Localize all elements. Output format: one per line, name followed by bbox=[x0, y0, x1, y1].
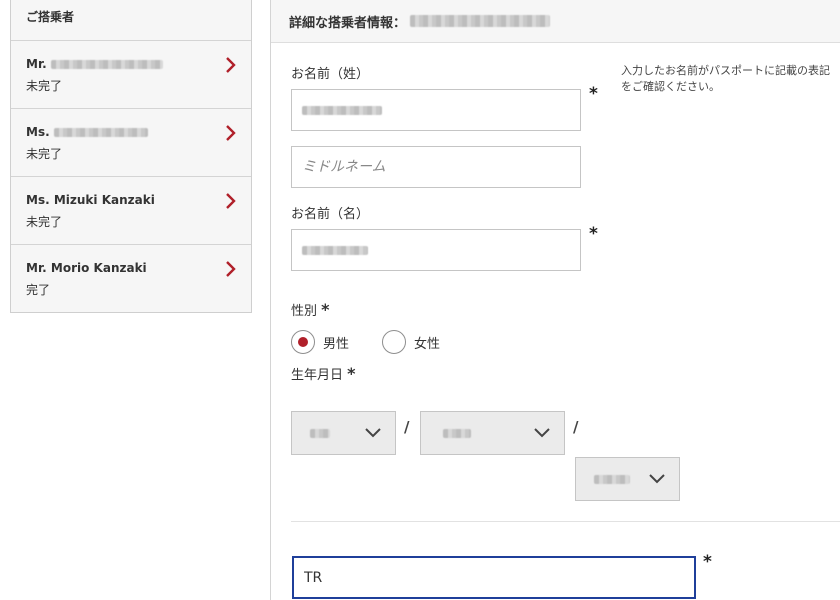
date-separator: / bbox=[404, 418, 410, 436]
passenger-status: 未完了 bbox=[26, 215, 63, 229]
passenger-fullname: Morio Kanzaki bbox=[50, 261, 147, 275]
radio-selected-indicator bbox=[291, 330, 315, 354]
passenger-fullname: Mizuki Kanzaki bbox=[53, 193, 155, 207]
birthdate-label: 生年月日 * bbox=[291, 364, 356, 383]
hint-line-2: をご確認ください。 bbox=[621, 80, 720, 93]
passenger-prefix: Ms. bbox=[26, 125, 50, 139]
chevron-down-icon bbox=[534, 428, 550, 438]
chevron-right-icon bbox=[226, 57, 236, 73]
hint-line-1: 入力したお名前がパスポートに記載の表記 bbox=[621, 64, 830, 77]
passenger-name: Mr. Morio Kanzaki bbox=[26, 259, 236, 277]
gender-label-text: 性別 bbox=[291, 304, 318, 319]
redacted-month bbox=[443, 428, 471, 438]
passenger-name: Ms. bbox=[26, 123, 236, 141]
passenger-prefix: Mr. bbox=[26, 57, 47, 71]
required-asterisk: * bbox=[347, 364, 356, 383]
redacted-name bbox=[50, 59, 163, 69]
birth-year-select[interactable] bbox=[575, 457, 680, 501]
chevron-right-icon bbox=[226, 125, 236, 141]
passenger-detail-panel: 詳細な搭乗者情報： お名前（姓） * 入力したお名前がパスポートに記載の表記 を… bbox=[270, 0, 840, 600]
redacted-year bbox=[594, 474, 630, 484]
redacted-first-name bbox=[302, 245, 368, 255]
chevron-right-icon bbox=[226, 261, 236, 277]
last-name-label: お名前（姓） bbox=[291, 67, 370, 82]
passport-number-input[interactable] bbox=[292, 556, 696, 599]
passenger-status: 未完了 bbox=[26, 147, 63, 161]
chevron-down-icon bbox=[649, 474, 665, 484]
required-asterisk: * bbox=[703, 552, 712, 572]
passenger-sidebar: ご搭乗者 Mr. 未完了 Ms. 未完了 Ms. Mizuki Kanzaki … bbox=[10, 0, 252, 313]
redacted-day bbox=[310, 428, 330, 438]
passenger-name: Mr. bbox=[26, 55, 236, 73]
birthdate-label-text: 生年月日 bbox=[291, 368, 344, 383]
panel-title: 詳細な搭乗者情報： bbox=[289, 15, 407, 31]
required-asterisk: * bbox=[589, 84, 598, 104]
panel-header: 詳細な搭乗者情報： bbox=[271, 0, 840, 43]
chevron-right-icon bbox=[226, 193, 236, 209]
gender-option-label: 男性 bbox=[323, 336, 350, 352]
passenger-item-2[interactable]: Ms. 未完了 bbox=[11, 109, 251, 177]
birth-month-select[interactable] bbox=[420, 411, 565, 455]
passenger-status: 完了 bbox=[26, 283, 51, 297]
passenger-prefix: Mr. bbox=[26, 261, 47, 275]
passenger-item-4[interactable]: Mr. Morio Kanzaki 完了 bbox=[11, 245, 251, 313]
gender-option-label: 女性 bbox=[414, 336, 441, 352]
date-separator: / bbox=[573, 418, 579, 436]
gender-radio-male[interactable]: 男性 bbox=[291, 330, 349, 354]
first-name-label: お名前（名） bbox=[291, 207, 370, 222]
section-divider bbox=[291, 521, 840, 522]
passenger-item-3[interactable]: Ms. Mizuki Kanzaki 未完了 bbox=[11, 177, 251, 245]
redacted-passenger-name bbox=[410, 15, 551, 27]
required-asterisk: * bbox=[321, 300, 330, 319]
passenger-name: Ms. Mizuki Kanzaki bbox=[26, 191, 236, 209]
passenger-list-title: ご搭乗者 bbox=[11, 0, 251, 41]
radio-indicator bbox=[382, 330, 406, 354]
redacted-last-name bbox=[302, 105, 382, 115]
birth-day-select[interactable] bbox=[291, 411, 396, 455]
last-name-input[interactable] bbox=[291, 89, 581, 131]
passenger-status: 未完了 bbox=[26, 79, 63, 93]
passenger-item-1[interactable]: Mr. 未完了 bbox=[11, 41, 251, 109]
required-asterisk: * bbox=[589, 224, 598, 244]
first-name-input[interactable] bbox=[291, 229, 581, 271]
middle-name-input[interactable] bbox=[291, 146, 581, 188]
gender-radio-female[interactable]: 女性 bbox=[382, 330, 440, 354]
chevron-down-icon bbox=[365, 428, 381, 438]
passenger-prefix: Ms. bbox=[26, 193, 50, 207]
name-hint-text: 入力したお名前がパスポートに記載の表記 をご確認ください。 bbox=[621, 63, 840, 95]
redacted-name bbox=[53, 127, 148, 137]
gender-label: 性別 * bbox=[291, 300, 330, 319]
